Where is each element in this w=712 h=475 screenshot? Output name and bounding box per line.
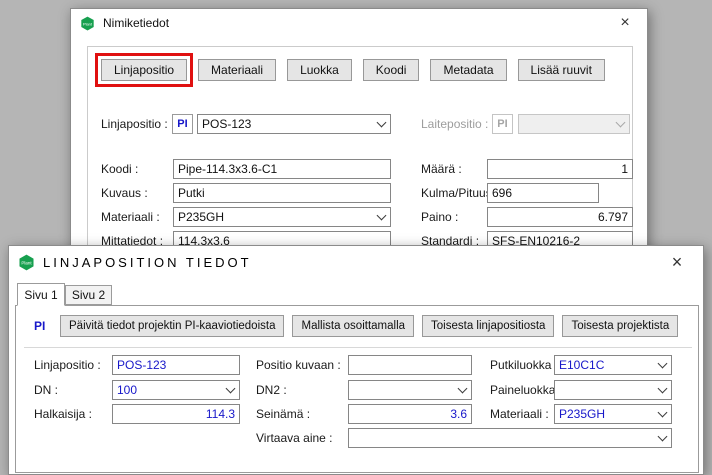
koodi-input[interactable]	[173, 159, 391, 179]
chevron-down-icon[interactable]	[222, 381, 239, 399]
dn2-label: DN2 :	[256, 383, 287, 397]
laitepositio-combobox	[518, 114, 630, 134]
laitepositio-value	[519, 115, 612, 133]
plant-logo-icon: Plant	[80, 16, 95, 31]
linjapositio-label: Linjapositio :	[101, 117, 168, 131]
positio-kuvaan-input[interactable]	[348, 355, 472, 375]
chevron-down-icon[interactable]	[654, 356, 671, 374]
maara-label: Määrä :	[421, 162, 462, 176]
seinama-label: Seinämä :	[256, 407, 310, 421]
dialog-title: LINJAPOSITION TIEDOT	[43, 255, 252, 270]
kuvaus-label: Kuvaus :	[101, 186, 148, 200]
kulma-pituus-input[interactable]	[487, 183, 599, 203]
dn-combobox[interactable]: 100	[112, 380, 240, 400]
paino-input[interactable]	[487, 207, 633, 227]
linjapositio-input[interactable]	[112, 355, 240, 375]
chevron-down-icon[interactable]	[654, 381, 671, 399]
chevron-down-icon[interactable]	[654, 405, 671, 423]
seinama-input[interactable]	[348, 404, 472, 424]
chevron-down-icon[interactable]	[454, 381, 471, 399]
mallista-osoittamalla-button[interactable]: Mallista osoittamalla	[292, 315, 414, 337]
chevron-down-icon[interactable]	[654, 429, 671, 447]
dn2-value	[349, 381, 454, 399]
close-icon[interactable]: ×	[611, 12, 639, 34]
linjapositio-label: Linjapositio :	[34, 358, 101, 372]
tab-button-luokka[interactable]: Luokka	[287, 59, 352, 81]
svg-text:Plant: Plant	[21, 260, 32, 265]
virtaava-aine-label: Virtaava aine :	[256, 431, 333, 445]
materiaali-value: P235GH	[174, 208, 373, 226]
kuvaus-input[interactable]	[173, 183, 391, 203]
action-button-row: Päivitä tiedot projektin PI-kaaviotiedoi…	[60, 315, 678, 337]
tab-button-lisaa-ruuvit[interactable]: Lisää ruuvit	[518, 59, 605, 81]
putkiluokka-combobox[interactable]: E10C1C	[554, 355, 672, 375]
chevron-down-icon	[612, 115, 629, 133]
nimiketiedot-titlebar[interactable]: Plant Nimiketiedot	[71, 9, 647, 37]
tab-page-sivu-1: PI Päivitä tiedot projektin PI-kaaviotie…	[15, 305, 699, 473]
tab-sivu-1[interactable]: Sivu 1	[17, 283, 65, 306]
plant-logo-icon: Plant	[18, 254, 35, 271]
toisesta-linjapositiosta-button[interactable]: Toisesta linjapositiosta	[422, 315, 554, 337]
maara-input[interactable]	[487, 159, 633, 179]
paineluokka-label: Paineluokka :	[490, 383, 562, 397]
virtaava-aine-value	[349, 429, 654, 447]
pi-badge[interactable]: PI	[172, 114, 193, 134]
koodi-label: Koodi :	[101, 162, 138, 176]
positio-kuvaan-label: Positio kuvaan :	[256, 358, 341, 372]
paivita-pi-kaaviotiedoista-button[interactable]: Päivitä tiedot projektin PI-kaaviotiedoi…	[60, 315, 284, 337]
linjapositio-combobox[interactable]: POS-123	[197, 114, 391, 134]
pi-badge-disabled: PI	[492, 114, 513, 134]
linjaposition-tiedot-dialog: Plant LINJAPOSITION TIEDOT × Sivu 1 Sivu…	[8, 245, 704, 475]
paineluokka-combobox[interactable]	[554, 380, 672, 400]
separator	[24, 347, 692, 348]
laitepositio-label: Laitepositio :	[421, 117, 488, 131]
tab-sivu-2[interactable]: Sivu 2	[65, 285, 112, 305]
svg-text:Plant: Plant	[83, 21, 93, 26]
close-icon[interactable]: ×	[663, 251, 691, 273]
tab-button-linjapositio[interactable]: Linjapositio	[101, 59, 187, 81]
virtaava-aine-combobox[interactable]	[348, 428, 672, 448]
dialog-title: Nimiketiedot	[103, 16, 169, 30]
halkaisija-input[interactable]	[112, 404, 240, 424]
paineluokka-value	[555, 381, 654, 399]
tab-button-materiaali[interactable]: Materiaali	[198, 59, 276, 81]
chevron-down-icon[interactable]	[373, 115, 390, 133]
toisesta-projektista-button[interactable]: Toisesta projektista	[562, 315, 678, 337]
dn2-combobox[interactable]	[348, 380, 472, 400]
screenshot-canvas: { "window_background": "#b5b5b5", "color…	[0, 0, 712, 458]
paino-label: Paino :	[421, 210, 458, 224]
nimiketiedot-dialog: Plant Nimiketiedot × Linjapositio Materi…	[70, 8, 648, 258]
materiaali-label: Materiaali :	[490, 407, 549, 421]
putkiluokka-value: E10C1C	[555, 356, 654, 374]
dn-label: DN :	[34, 383, 58, 397]
tab-button-koodi[interactable]: Koodi	[363, 59, 420, 81]
chevron-down-icon[interactable]	[373, 208, 390, 226]
materiaali-combobox[interactable]: P235GH	[173, 207, 391, 227]
pi-label: PI	[34, 319, 45, 333]
materiaali-label: Materiaali :	[101, 210, 160, 224]
materiaali-value: P235GH	[555, 405, 654, 423]
tab-button-metadata[interactable]: Metadata	[430, 59, 506, 81]
linjaposition-titlebar[interactable]: Plant LINJAPOSITION TIEDOT	[9, 246, 703, 278]
putkiluokka-label: Putkiluokka :	[490, 358, 558, 372]
linjapositio-value: POS-123	[198, 115, 373, 133]
materiaali-combobox[interactable]: P235GH	[554, 404, 672, 424]
tab-button-row: Linjapositio Materiaali Luokka Koodi Met…	[101, 59, 605, 81]
dn-value: 100	[113, 381, 222, 399]
halkaisija-label: Halkaisija :	[34, 407, 92, 421]
